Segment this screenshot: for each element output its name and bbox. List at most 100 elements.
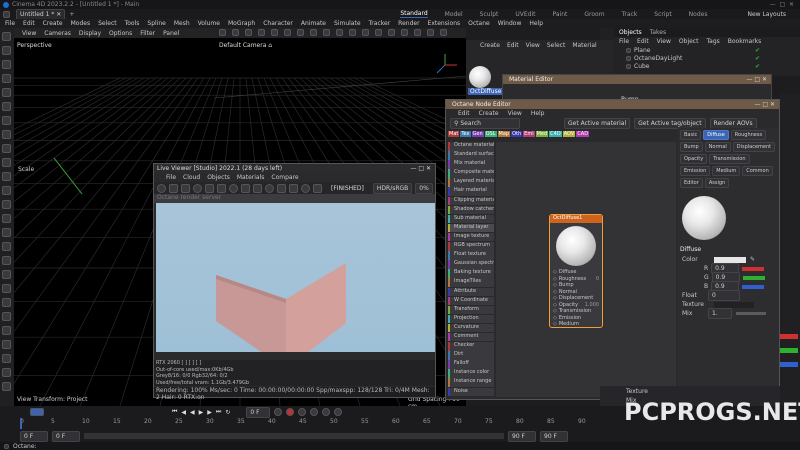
object-row[interactable]: Cube ✔ [626,62,800,70]
tool-icon[interactable] [2,130,11,139]
category-tab-osl[interactable]: OSL [484,130,497,137]
tool-icon[interactable] [2,172,11,181]
oct-diffuse-node[interactable]: OctDiffuse1 ◇ Diffuse ◇ Roughness 0 ◇ Bump ◇ Nor… [549,214,603,328]
menu-modes[interactable]: Modes [71,20,90,27]
node-list-item[interactable]: Float texture [448,251,494,260]
node-list-item[interactable]: Noise [448,387,494,397]
current-frame-input[interactable]: 0 F [246,406,271,418]
category-tab-gen[interactable]: Gen [471,130,484,137]
objects-menu-file[interactable]: File [619,38,629,45]
menu-create[interactable]: Create [43,20,63,27]
viewport-tool-icon[interactable] [349,29,356,36]
node-list-item[interactable]: Clipping material [448,196,494,206]
menu-extensions[interactable]: Extensions [428,20,461,27]
node-list-item[interactable]: RGB spectrum [448,242,494,251]
transport-icon[interactable]: ◀ [190,409,195,416]
menu-volume[interactable]: Volume [198,20,220,27]
object-status-icon[interactable]: ✔ [755,47,800,54]
tool-icon[interactable] [2,284,11,293]
viewport-menu-filter[interactable]: Filter [140,30,155,37]
node-list-item[interactable]: W Coordinate [448,296,494,306]
object-row[interactable]: OctaneDayLight ✔ [626,54,800,62]
objects-menu-edit[interactable]: Edit [637,38,649,45]
viewport-tool-icon[interactable] [310,29,317,36]
category-tab-aov[interactable]: AOV [562,130,576,137]
menu-edit[interactable]: Edit [23,20,35,27]
live-viewer-tool-icon[interactable] [301,183,310,193]
node-list-item[interactable]: Image texture [448,232,494,242]
tool-icon[interactable] [2,382,11,391]
viewport-menu-view[interactable]: View [22,30,36,37]
tool-icon[interactable] [2,298,11,307]
live-viewer-tool-icon[interactable] [229,183,238,193]
tool-icon[interactable] [2,214,11,223]
end-frame-input-2[interactable]: 90 F [540,430,568,442]
material-menu-material[interactable]: Material [572,42,596,49]
layout-tab-track[interactable]: Track [622,11,638,18]
live-viewer-menu-cloud[interactable]: Cloud [183,174,200,181]
category-tab-mat[interactable]: Mat [448,130,460,137]
menu-file[interactable]: File [5,20,15,27]
node-editor-menu-view[interactable]: View [508,110,522,117]
key-tool-icon[interactable] [334,408,343,416]
start-frame-input[interactable]: 0 F [20,430,48,442]
layout-tab-sculpt[interactable]: Sculpt [480,11,499,18]
material-swatch[interactable] [469,66,491,88]
live-viewer-tool-icon[interactable] [253,183,262,193]
live-viewer-tool-icon[interactable] [289,183,298,193]
node-list-item[interactable]: Material layer [448,223,494,233]
node-list-item[interactable]: Dirt [448,351,494,360]
tool-icon[interactable] [2,326,11,335]
node-search-input[interactable]: ⚲ Search [450,118,520,129]
attr-tab-editor[interactable]: Editor [680,178,703,188]
layout-tab-paint[interactable]: Paint [553,11,568,18]
viewport-tool-icon[interactable] [414,29,421,36]
tool-icon[interactable] [2,228,11,237]
key-tool-icon[interactable] [274,408,283,416]
transport-icon[interactable]: ⏭ [216,408,221,416]
live-viewer-tool-icon[interactable] [205,183,214,193]
node-list-item[interactable]: Baking texture [448,269,494,278]
attr-tab-roughness[interactable]: Roughness [730,130,767,140]
node-list-item[interactable]: Gaussian spectrum [448,260,494,269]
range-slider[interactable] [84,433,504,439]
viewport-tool-icon[interactable] [388,29,395,36]
node-canvas[interactable]: OctDiffuse1 ◇ Diffuse ◇ Roughness 0 ◇ Bump ◇ Nor… [496,142,676,397]
end-frame-input[interactable]: 90 F [508,430,536,442]
live-viewer-tool-icon[interactable] [193,183,202,193]
tool-icon[interactable] [2,186,11,195]
hdr-select[interactable]: HDR/sRGB [372,182,413,194]
viewport-tool-icon[interactable] [271,29,278,36]
menu-spline[interactable]: Spline [147,20,165,27]
key-tool-icon[interactable] [310,408,319,416]
float-input[interactable]: 0 [708,290,740,301]
zoom-select[interactable]: 0% [415,182,433,194]
attr-tab-bump[interactable]: Bump [680,142,703,152]
transport-icon[interactable]: ▶ [199,409,204,416]
new-tab-icon[interactable]: + [69,11,74,18]
mix-input[interactable]: 1. [708,308,732,319]
objects-menu-bookmarks[interactable]: Bookmarks [728,38,762,45]
viewport-menu-cameras[interactable]: Cameras [44,30,71,37]
live-viewer-tool-icon[interactable] [157,183,166,193]
live-viewer-tool-icon[interactable] [181,183,190,193]
node-list-item[interactable]: Composite material [448,169,494,178]
live-viewer-tool-icon[interactable] [169,183,178,193]
material-menu-select[interactable]: Select [547,42,566,49]
live-viewer-tool-icon[interactable] [217,183,226,193]
menu-animate[interactable]: Animate [301,20,326,27]
viewport-tool-icon[interactable] [401,29,408,36]
tool-icon[interactable] [2,200,11,209]
node-list-item[interactable]: Transform [448,305,494,315]
viewport-tool-icon[interactable] [362,29,369,36]
category-tab-oth[interactable]: Oth [511,130,523,137]
playhead-icon[interactable] [20,418,22,429]
layout-tab-standard[interactable]: Standard [400,10,428,18]
doc-tab[interactable]: Untitled 1 * ✕ [16,8,66,20]
material-swatch-label[interactable]: OctDiffuse [468,88,504,95]
menu-mograph[interactable]: MoGraph [228,20,255,27]
node-list-item[interactable]: Layered material [448,178,494,187]
live-viewer-menu-file[interactable]: File [166,174,176,181]
viewport-menu-options[interactable]: Options [109,30,132,37]
channel-slider[interactable] [742,275,765,280]
